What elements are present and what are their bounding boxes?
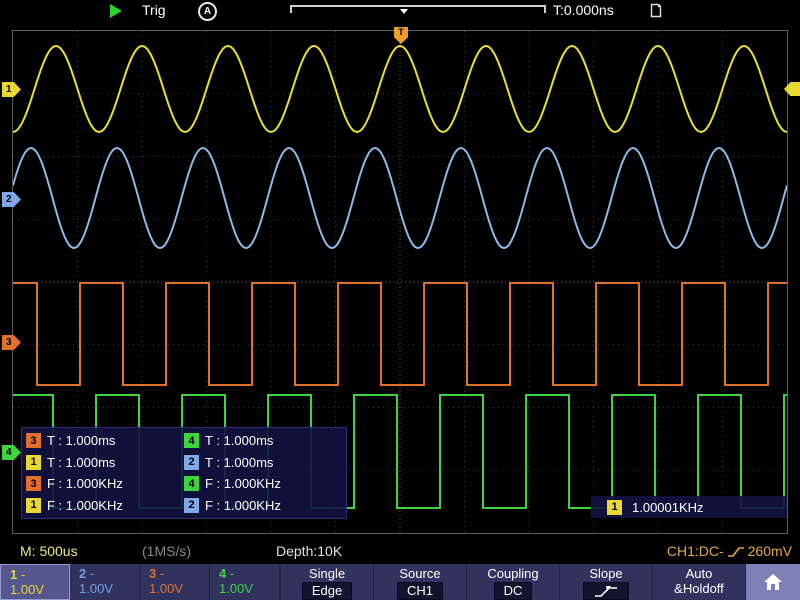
menu-button-source[interactable]: Source CH1 — [373, 564, 466, 600]
menu-value: DC — [494, 582, 533, 600]
menu-value: Edge — [302, 582, 352, 600]
menu-button-slope[interactable]: Slope — [559, 564, 652, 600]
channel-3-badge: 3 — [26, 476, 41, 491]
oscilloscope-screen: Trig A T:0.000ns T 1 2 3 4 3 — [0, 0, 800, 600]
menu-button-auto-holdoff[interactable]: Auto &Holdoff — [652, 564, 745, 600]
measurement-item: 3 F : 1.000KHz — [26, 473, 184, 495]
channel-number: 1 — [10, 567, 17, 582]
menu-button-single[interactable]: Single Edge — [280, 564, 373, 600]
screenshot-icon[interactable] — [648, 2, 664, 19]
measurement-item: 4 T : 1.000ms — [184, 430, 342, 452]
measurement-value: T : 1.000ms — [47, 455, 115, 470]
channel-1-badge: 1 — [607, 500, 622, 515]
sample-rate-readout: (1MS/s) — [142, 543, 191, 559]
channel-4-status-box[interactable]: 4 - 1.00V — [210, 564, 280, 600]
channel-scale: 1.00V — [10, 582, 69, 597]
measurement-panel: 3 T : 1.000ms 4 T : 1.000ms 1 T : 1.000m… — [21, 427, 347, 519]
menu-label: Slope — [589, 566, 622, 581]
channel-number: 2 — [79, 566, 86, 581]
channel-1-badge: 1 — [26, 455, 41, 470]
run-state-icon — [110, 4, 122, 18]
coupling-symbol: - — [160, 566, 164, 581]
channel-2-badge: 2 — [184, 455, 199, 470]
measurement-value: F : 1.000KHz — [205, 498, 281, 513]
measurement-value: T : 1.000ms — [205, 433, 273, 448]
channel-3-status-box[interactable]: 3 - 1.00V — [140, 564, 210, 600]
measurement-item: 4 F : 1.000KHz — [184, 473, 342, 495]
rising-edge-icon — [727, 545, 745, 558]
channel-scale: 1.00V — [219, 581, 279, 596]
menu-label-line2: &Holdoff — [674, 581, 724, 596]
memory-position-marker[interactable] — [400, 9, 408, 14]
trigger-time-readout: T:0.000ns — [553, 2, 614, 18]
channel-scale: 1.00V — [79, 581, 139, 596]
trigger-source-coupling: CH1:DC- — [667, 543, 724, 559]
channel-2-badge: 2 — [184, 498, 199, 513]
coupling-symbol: - — [21, 567, 25, 582]
measurement-item: 2 T : 1.000ms — [184, 452, 342, 474]
coupling-symbol: - — [90, 566, 94, 581]
menu-label: Single — [309, 566, 345, 581]
measurement-item: 3 T : 1.000ms — [26, 430, 184, 452]
home-icon — [763, 573, 783, 591]
menu-button-coupling[interactable]: Coupling DC — [466, 564, 559, 600]
channel-3-badge: 3 — [26, 433, 41, 448]
slope-rising-edge-icon — [583, 582, 629, 600]
timebase-readout: M: 500us — [20, 543, 78, 559]
bottom-menu-bar: 1 - 1.00V 2 - 1.00V 3 - 1.00V 4 - 1.00V … — [0, 564, 800, 600]
measurement-value: T : 1.000ms — [47, 433, 115, 448]
trigger-settings-readout: CH1:DC- 260mV — [667, 543, 792, 559]
channel-4-badge: 4 — [184, 476, 199, 491]
measurement-value: T : 1.000ms — [205, 455, 273, 470]
top-status-bar: Trig A T:0.000ns — [0, 0, 800, 22]
channel-number: 4 — [219, 566, 226, 581]
measurement-item: 2 F : 1.000KHz — [184, 495, 342, 517]
measurement-value: F : 1.000KHz — [205, 476, 281, 491]
trigger-level-readout: 260mV — [748, 543, 792, 559]
channel-2-status-box[interactable]: 2 - 1.00V — [70, 564, 140, 600]
measurement-item: 1 T : 1.000ms — [26, 452, 184, 474]
channel-1-badge: 1 — [26, 498, 41, 513]
frequency-value: 1.00001KHz — [632, 500, 704, 515]
channel-4-badge: 4 — [184, 433, 199, 448]
coupling-symbol: - — [230, 566, 234, 581]
memory-depth-readout: Depth:10K — [276, 543, 342, 559]
home-button[interactable] — [745, 564, 800, 600]
frequency-counter: 1 1.00001KHz — [591, 496, 787, 518]
menu-label: Coupling — [487, 566, 538, 581]
trig-label: Trig — [142, 2, 166, 18]
menu-label: Source — [399, 566, 440, 581]
graticule: T 1 2 3 4 3 T : 1.000ms 4 T : 1.000ms 1 … — [12, 30, 788, 534]
menu-label: Auto — [686, 566, 713, 581]
channel-number: 3 — [149, 566, 156, 581]
memory-window-indicator[interactable] — [290, 5, 546, 13]
channel-1-status-box[interactable]: 1 - 1.00V — [0, 564, 70, 600]
channel-scale: 1.00V — [149, 581, 209, 596]
menu-value: CH1 — [397, 582, 443, 600]
auto-trigger-icon: A — [198, 2, 217, 21]
measurement-item: 1 F : 1.000KHz — [26, 495, 184, 517]
measurement-value: F : 1.000KHz — [47, 498, 123, 513]
display-area: T 1 2 3 4 3 T : 1.000ms 4 T : 1.000ms 1 … — [0, 22, 800, 540]
status-bar: M: 500us (1MS/s) Depth:10K CH1:DC- 260mV — [0, 540, 800, 564]
measurement-value: F : 1.000KHz — [47, 476, 123, 491]
